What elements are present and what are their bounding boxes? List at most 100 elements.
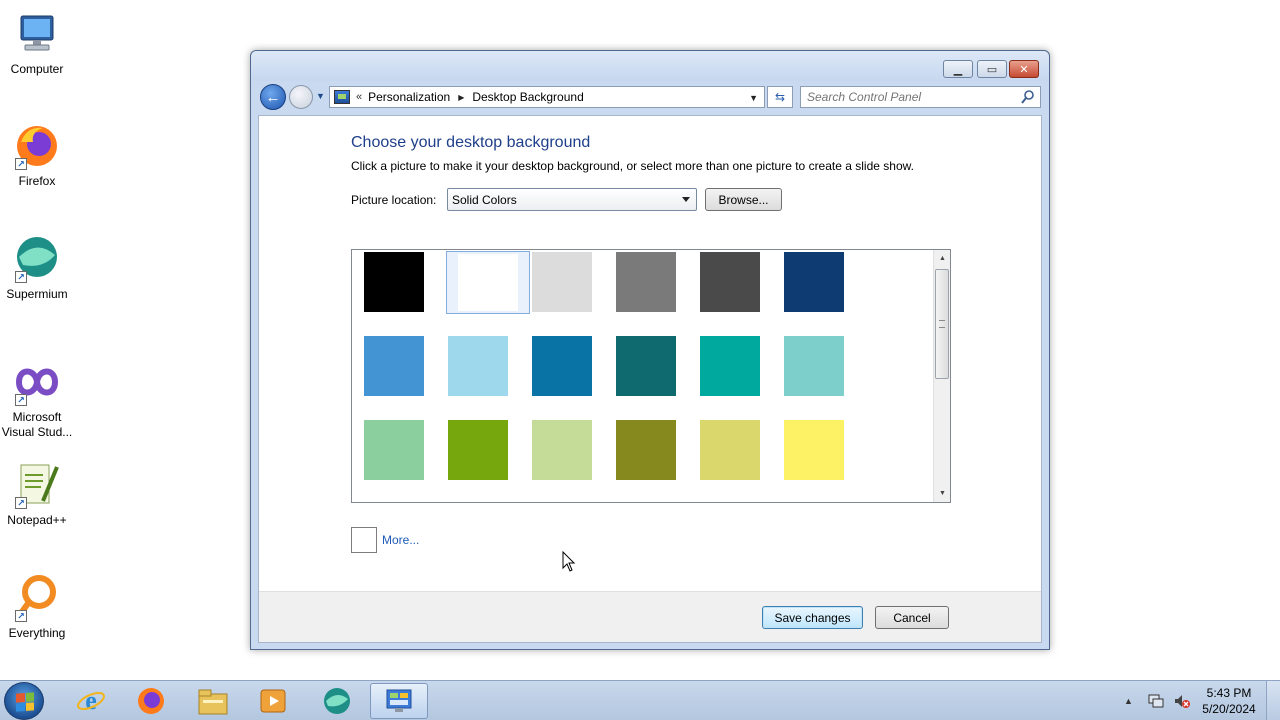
address-dropdown-icon[interactable]: ▼ [749,93,758,103]
volume-muted-icon[interactable] [1173,693,1191,709]
close-button[interactable]: ✕ [1009,60,1039,78]
notepadpp-icon: ↗ [13,461,61,509]
dialog-footer: Save changes Cancel [259,591,1041,642]
taskbar-media-player[interactable] [244,683,302,719]
color-swatch[interactable] [532,420,592,480]
maximize-icon: ▭ [986,63,998,76]
shortcut-arrow-icon: ↗ [15,394,27,406]
color-swatch[interactable] [448,420,508,480]
scroll-thumb[interactable] [935,269,949,379]
shortcut-arrow-icon: ↗ [15,610,27,622]
breadcrumb-personalization[interactable]: Personalization [368,90,450,104]
desktop-icon-label: Supermium [6,287,68,301]
desktop-icon-computer[interactable]: Computer [0,10,74,77]
taskbar: e ▲ 5:43 PM 5/20/2024 [0,680,1280,720]
maximize-button[interactable]: ▭ [977,60,1007,78]
refresh-icon: ⇆ [774,90,786,104]
picture-location-select[interactable]: Solid Colors [447,188,697,211]
media-player-icon [260,689,286,713]
mouse-cursor-icon [562,551,576,572]
color-swatch[interactable] [364,420,424,480]
taskbar-control-panel[interactable] [370,683,428,719]
color-swatch[interactable] [364,252,424,312]
firefox-icon [138,688,164,714]
desktop-icon-label: Microsoft Visual Stud... [1,410,73,439]
breadcrumb-overflow[interactable]: « [356,91,362,103]
breadcrumb-separator-icon[interactable]: ▶ [458,93,464,102]
taskbar-file-explorer[interactable] [184,683,242,719]
color-swatch[interactable] [700,252,760,312]
back-button[interactable]: ← [260,84,286,110]
taskbar-firefox[interactable] [122,683,180,719]
color-swatch[interactable] [532,336,592,396]
desktop-icon-label: Firefox [18,174,56,188]
address-bar[interactable]: « Personalization ▶ Desktop Background ▼ [329,86,765,108]
content-area: Choose your desktop background Click a p… [258,115,1042,643]
color-swatch[interactable] [784,252,844,312]
color-gallery[interactable]: ▲ ▼ [351,249,951,503]
taskbar-internet-explorer[interactable]: e [62,683,120,719]
picture-location-value: Solid Colors [452,192,517,207]
scroll-down-icon[interactable]: ▼ [934,485,950,502]
color-swatch[interactable] [532,252,592,312]
clock-time: 5:43 PM [1206,686,1252,700]
save-changes-button[interactable]: Save changes [762,606,863,629]
title-bar[interactable]: ▁ ▭ ✕ [251,51,1049,81]
show-hidden-icons-icon[interactable]: ▲ [1124,696,1133,706]
breadcrumb-desktop-background[interactable]: Desktop Background [472,90,583,104]
color-swatch[interactable] [616,252,676,312]
desktop-icon-visual-studio[interactable]: ↗ Microsoft Visual Stud... [0,358,74,440]
desktop-icon-label: Notepad++ [7,513,67,527]
color-swatch[interactable] [446,251,530,314]
refresh-button[interactable]: ⇆ [767,86,793,108]
firefox-icon: ↗ [13,122,61,170]
desktop-icon-everything[interactable]: ↗ Everything [0,574,74,641]
minimize-icon: ▁ [953,63,963,76]
desktop-icon-supermium[interactable]: ↗ Supermium [0,235,74,302]
color-swatch[interactable] [448,336,508,396]
picture-location-label: Picture location: [351,193,437,207]
shortcut-arrow-icon: ↗ [15,271,27,283]
forward-button[interactable] [289,85,313,109]
color-swatch[interactable] [616,336,676,396]
more-colors-link[interactable]: More... [382,533,419,547]
windows-logo-icon [16,692,34,712]
browse-button[interactable]: Browse... [705,188,782,211]
color-swatch[interactable] [364,336,424,396]
search-icon[interactable] [1020,89,1036,105]
scroll-up-icon[interactable]: ▲ [934,250,950,267]
recent-pages-dropdown-icon[interactable]: ▼ [316,91,325,101]
supermium-icon: ↗ [13,235,61,283]
control-panel-icon [334,90,350,104]
shortcut-arrow-icon: ↗ [15,497,27,509]
color-swatch[interactable] [700,420,760,480]
gallery-scrollbar[interactable]: ▲ ▼ [933,250,950,502]
back-arrow-icon: ← [265,88,281,106]
desktop-background-window: ▁ ▭ ✕ ← ▼ « Personalization ▶ Desktop Ba… [250,50,1050,650]
file-explorer-icon [198,689,228,715]
close-icon: ✕ [1019,63,1029,76]
color-swatch[interactable] [784,336,844,396]
notification-area: ▲ [1124,681,1191,720]
shortcut-arrow-icon: ↗ [15,158,27,170]
search-box[interactable] [800,86,1041,108]
page-title: Choose your desktop background [351,134,591,151]
desktop-icon-firefox[interactable]: ↗ Firefox [0,122,74,189]
color-swatch[interactable] [616,420,676,480]
taskbar-supermium[interactable] [308,683,366,719]
network-icon[interactable] [1147,693,1165,709]
minimize-button[interactable]: ▁ [943,60,973,78]
everything-icon: ↗ [13,574,61,622]
show-desktop-button[interactable] [1266,681,1280,720]
more-colors-swatch[interactable] [351,527,377,553]
desktop-icon-label: Computer [10,62,64,76]
start-button[interactable] [4,682,44,720]
desktop-icon-notepadpp[interactable]: ↗ Notepad++ [0,461,74,528]
color-swatch[interactable] [784,420,844,480]
control-panel-icon [386,689,412,712]
system-clock[interactable]: 5:43 PM 5/20/2024 [1196,685,1262,717]
cancel-button[interactable]: Cancel [875,606,949,629]
visual-studio-icon: ↗ [13,358,61,406]
color-swatch[interactable] [700,336,760,396]
search-input[interactable] [801,87,1016,107]
